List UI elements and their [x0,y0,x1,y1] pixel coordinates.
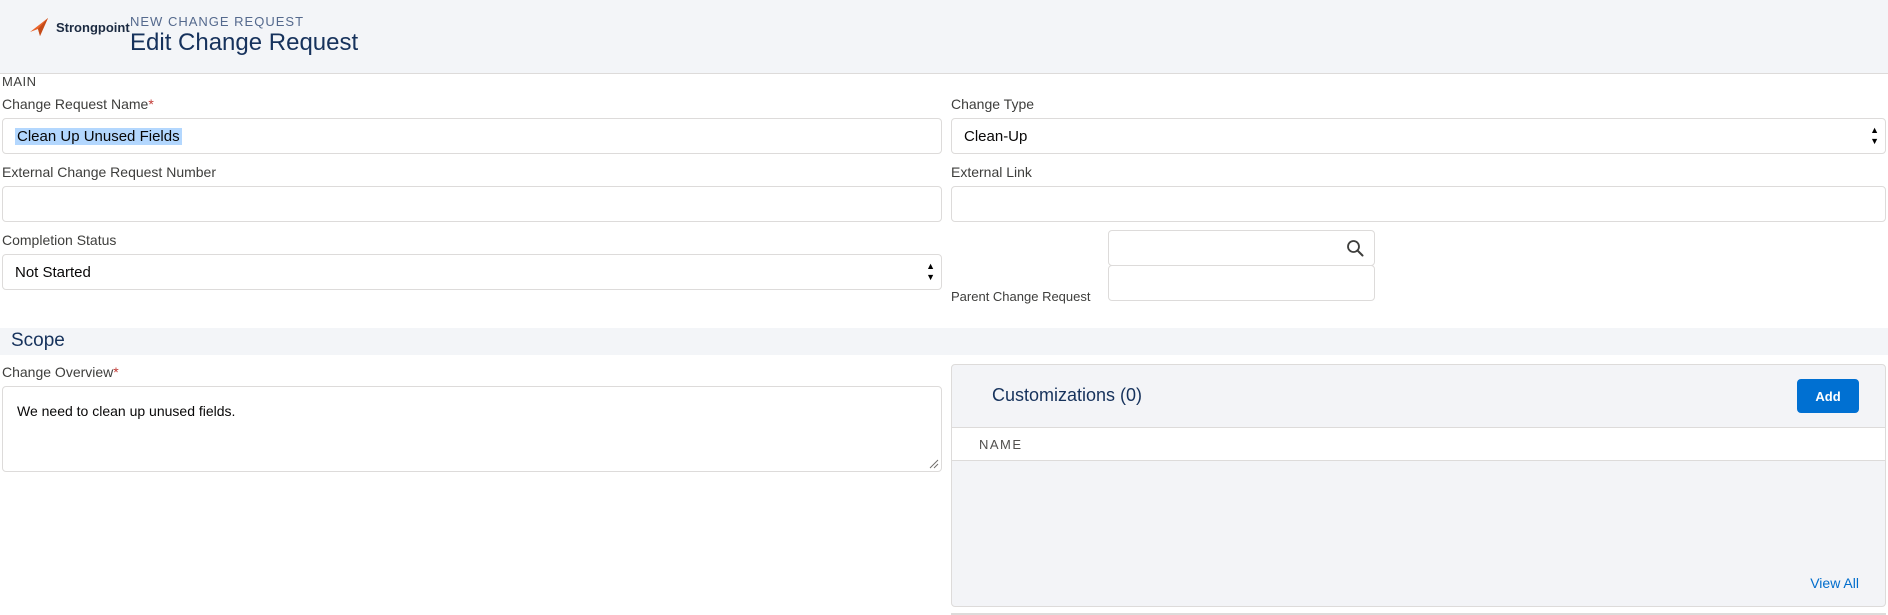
column-header-name[interactable]: NAME [979,437,1023,452]
change-request-name-label-text: Change Request Name [2,96,149,112]
change-type-label: Change Type [951,96,1035,112]
page-eyebrow: NEW CHANGE REQUEST [130,14,305,29]
required-mark: * [113,364,119,380]
scope-title: Scope [11,330,65,351]
strongpoint-logo-icon [30,18,48,36]
view-all-link[interactable]: View All [1810,575,1859,591]
required-mark: * [148,96,154,112]
add-customization-button[interactable]: Add [1797,379,1859,413]
search-icon[interactable] [1346,239,1364,257]
external-link-input[interactable] [951,186,1886,222]
customizations-table-header: NAME [952,428,1885,461]
change-type-value: Clean-Up [964,127,1028,145]
logo-text: Strongpoint [56,19,130,35]
customizations-title: Customizations (0) [992,385,1143,405]
customizations-card-header: Customizations (0) Add [952,365,1885,428]
select-arrows-icon: ▲ ▼ [926,261,935,282]
completion-status-label: Completion Status [2,232,117,248]
change-overview-label-text: Change Overview [2,364,114,380]
page-title: Edit Change Request [130,29,359,56]
parent-change-request-label: Parent Change Request [951,289,1091,304]
change-type-select[interactable]: Clean-Up ▲ ▼ [951,118,1886,154]
customizations-card: Customizations (0) Add NAME View All [951,364,1886,607]
external-link-label: External Link [951,164,1032,180]
change-overview-textarea[interactable]: We need to clean up unused fields. [2,386,942,472]
completion-status-value: Not Started [15,263,91,281]
change-overview-value: We need to clean up unused fields. [17,403,236,419]
parent-change-request-input[interactable] [1108,265,1375,301]
external-number-label: External Change Request Number [2,164,217,180]
scope-section-header: Scope [0,328,1888,355]
section-label-main: MAIN [2,74,37,89]
change-request-name-label: Change Request Name* [2,96,154,112]
select-arrows-icon: ▲ ▼ [1870,125,1879,146]
page-header: Strongpoint NEW CHANGE REQUEST Edit Chan… [0,0,1888,74]
parent-change-request-search-input[interactable] [1108,230,1375,266]
change-request-name-value: Clean Up Unused Fields [15,127,182,145]
completion-status-select[interactable]: Not Started ▲ ▼ [2,254,942,290]
external-number-input[interactable] [2,186,942,222]
change-request-name-input[interactable]: Clean Up Unused Fields [2,118,942,154]
brand-logo: Strongpoint [28,16,130,38]
change-overview-label: Change Overview* [2,364,119,380]
resize-grip-icon[interactable] [929,459,939,469]
